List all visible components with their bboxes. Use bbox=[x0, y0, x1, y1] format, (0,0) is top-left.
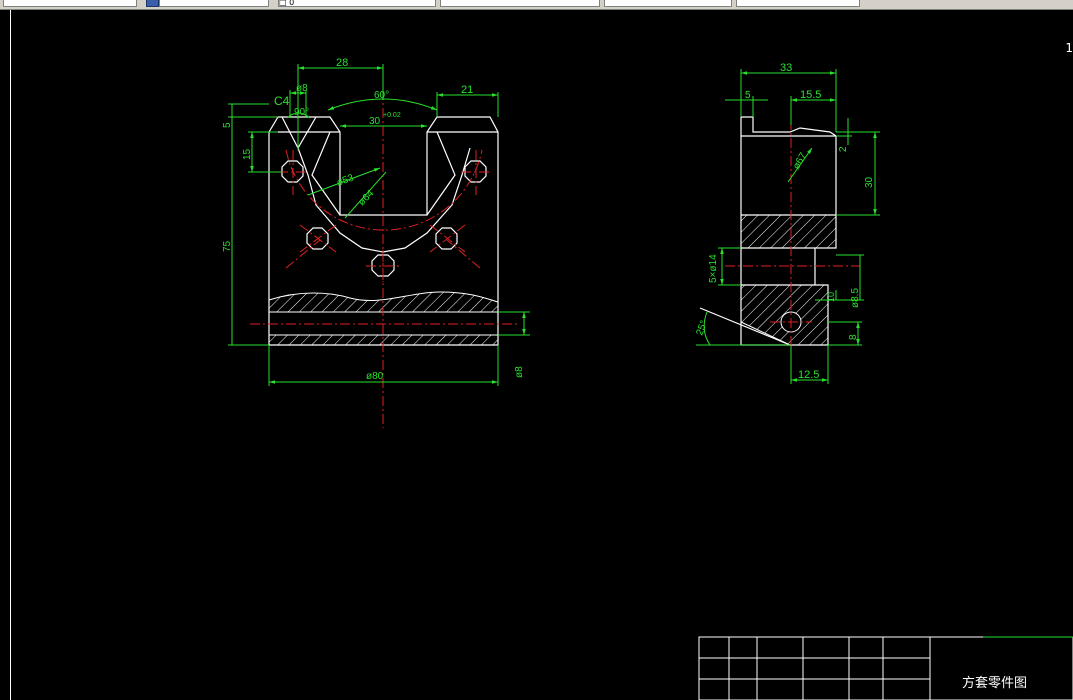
dim-21: 21 bbox=[461, 84, 473, 96]
dim-12-5: 12.5 bbox=[798, 369, 819, 381]
dim-10: 10 bbox=[826, 292, 836, 302]
dim-5-side: 5 bbox=[745, 90, 751, 101]
front-center-lines bbox=[250, 72, 520, 428]
toolbar-field-2[interactable] bbox=[159, 0, 269, 7]
dim-30-tol: +0.02 bbox=[383, 112, 401, 119]
cad-drawing-canvas[interactable]: 28 ø8 C4 90° 60° 21 30 +0.02 5 15 75 ø53… bbox=[0, 10, 1073, 700]
dim-8-hole: ø8 bbox=[296, 83, 308, 94]
layer-dropdown[interactable]: □ 0 bbox=[278, 0, 436, 7]
cad-toolbar: □ 0 bbox=[0, 0, 1073, 10]
dim-30: 30 bbox=[369, 116, 381, 127]
dim-2: 2 bbox=[838, 146, 849, 152]
side-view: 33 5 15.5 2 30 ø67 5×ø14 10 ø8.5 8 25° 1… bbox=[694, 62, 880, 384]
dim-67: ø67 bbox=[791, 151, 809, 172]
lineweight-dropdown[interactable] bbox=[604, 0, 732, 7]
title-block-drawing-name: 方套零件图 bbox=[962, 675, 1027, 691]
dim-25deg: 25° bbox=[694, 319, 710, 337]
layer-icon[interactable] bbox=[146, 0, 159, 7]
plotstyle-dropdown[interactable] bbox=[736, 0, 860, 7]
dim-8-bore: ø8 bbox=[514, 366, 525, 378]
front-view: 28 ø8 C4 90° 60° 21 30 +0.02 5 15 75 ø53… bbox=[222, 57, 530, 428]
dim-64: ø64 bbox=[356, 188, 376, 208]
dim-30-side: 30 bbox=[864, 176, 875, 188]
dim-15: 15 bbox=[242, 148, 253, 160]
linetype-dropdown[interactable] bbox=[440, 0, 600, 7]
front-holes bbox=[281, 160, 487, 277]
hole-4 bbox=[435, 227, 458, 250]
dim-c4: C4 bbox=[274, 94, 290, 108]
dim-80: ø80 bbox=[366, 371, 384, 382]
dim-15-5: 15.5 bbox=[800, 89, 821, 101]
dim-8-side: 8 bbox=[848, 334, 859, 340]
dim-60deg: 60° bbox=[374, 90, 389, 101]
dim-28: 28 bbox=[336, 57, 348, 69]
side-section-hatch bbox=[740, 214, 837, 346]
dim-90deg: 90° bbox=[294, 107, 309, 118]
dim-33: 33 bbox=[780, 62, 792, 74]
dim-8-5: ø8.5 bbox=[850, 288, 861, 308]
dim-75: 75 bbox=[222, 240, 233, 252]
dim-5x14: 5×ø14 bbox=[708, 254, 719, 283]
dim-5: 5 bbox=[222, 122, 233, 128]
dim-53: ø53 bbox=[335, 172, 355, 188]
toolbar-field-1[interactable] bbox=[3, 0, 137, 7]
front-dimension-text: 28 ø8 C4 90° 60° 21 30 +0.02 5 15 75 ø53… bbox=[222, 57, 525, 382]
layer-dropdown-label: □ 0 bbox=[279, 0, 295, 7]
